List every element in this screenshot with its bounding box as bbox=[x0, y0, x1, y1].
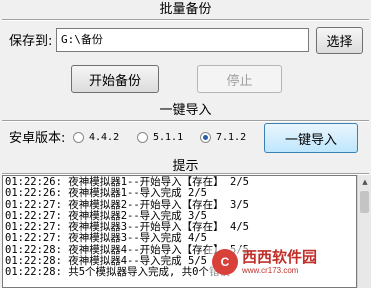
watermark: C 西西软件园 www.cr173.com bbox=[208, 247, 322, 277]
scrollbar-thumb[interactable] bbox=[360, 191, 369, 213]
radio-selected-icon bbox=[200, 132, 211, 143]
version-radio-4-4-2[interactable]: 4.4.2 bbox=[73, 132, 119, 143]
stop-button[interactable]: 停止 bbox=[197, 65, 282, 93]
select-folder-button[interactable]: 选择 bbox=[316, 27, 363, 54]
version-radio-label: 4.4.2 bbox=[89, 132, 120, 143]
import-separator bbox=[2, 120, 369, 122]
backup-section-title: 批量备份 bbox=[159, 2, 212, 17]
log-scrollbar[interactable]: ▲ bbox=[357, 175, 371, 288]
watermark-logo-icon: C bbox=[212, 249, 238, 275]
radio-circle-icon bbox=[73, 132, 84, 143]
version-radio-label: 7.1.2 bbox=[216, 132, 247, 143]
log-line: 01:22:26: 夜神模拟器1--导入完成 2/5 bbox=[5, 187, 207, 200]
backup-separator bbox=[2, 19, 369, 21]
start-backup-button[interactable]: 开始备份 bbox=[71, 65, 159, 93]
version-radio-5-1-1[interactable]: 5.1.1 bbox=[137, 132, 183, 143]
version-radio-7-1-2[interactable]: 7.1.2 bbox=[200, 132, 246, 143]
version-radio-label: 5.1.1 bbox=[153, 132, 184, 143]
import-section-title: 一键导入 bbox=[159, 103, 212, 118]
one-click-import-button[interactable]: 一键导入 bbox=[264, 123, 358, 153]
scroll-up-arrow-icon[interactable]: ▲ bbox=[358, 175, 371, 189]
android-version-label: 安卓版本: bbox=[9, 131, 66, 146]
batch-backup-window: 批量备份 保存到: G:\备份 选择 开始备份 停止 一键导入 安卓版本: 4.… bbox=[0, 0, 371, 288]
radio-circle-icon bbox=[137, 132, 148, 143]
watermark-url: www.cr173.com bbox=[242, 265, 299, 275]
watermark-text: 西西软件园 bbox=[242, 247, 318, 266]
save-to-label: 保存到: bbox=[9, 34, 53, 49]
save-path-input[interactable]: G:\备份 bbox=[56, 28, 309, 52]
